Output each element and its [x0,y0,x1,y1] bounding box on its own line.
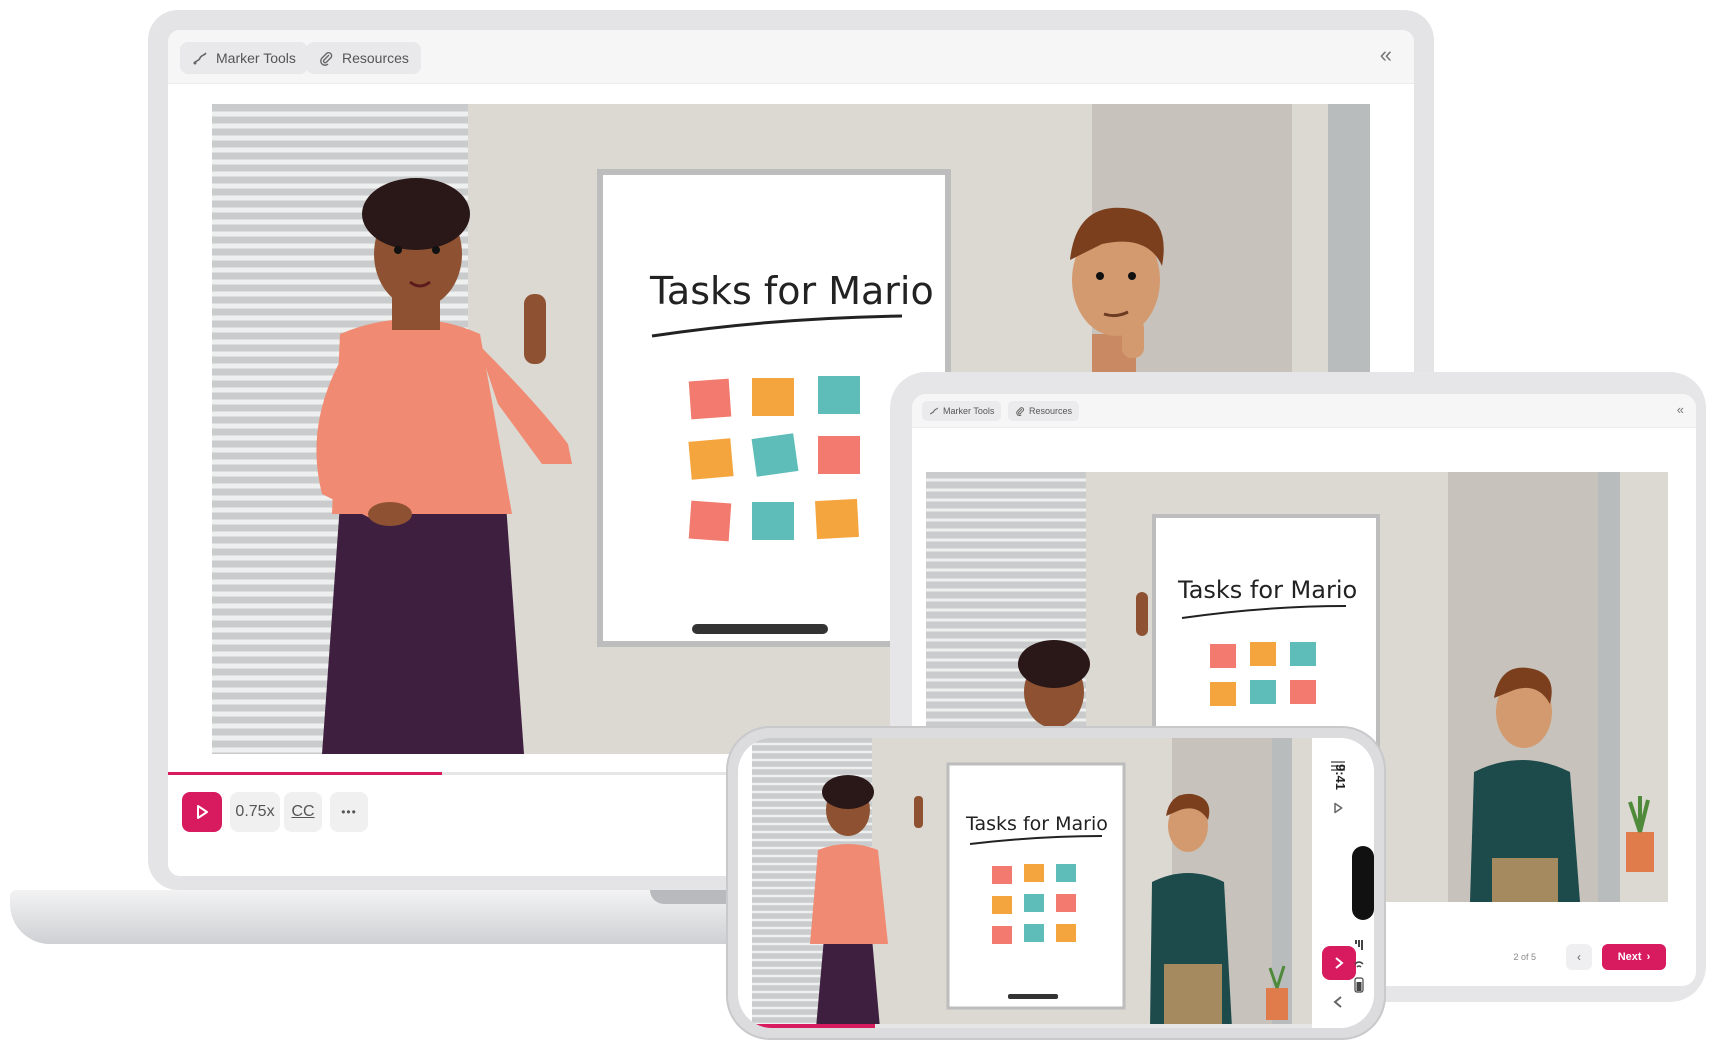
tablet-toolbar: Marker Tools Resources « [912,394,1696,428]
phone-video-scene: Tasks for Mario [752,738,1312,1028]
more-options-button[interactable]: ••• [330,792,368,832]
tablet-resources-label: Resources [1029,406,1073,416]
next-label: Next [1617,951,1642,963]
status-icons [1354,940,1364,993]
play-icon [197,805,208,819]
video-progress-fill [168,772,443,775]
chevron-left-icon [1333,996,1342,1008]
chevron-left-icon: ‹ [1577,950,1581,964]
phone-whiteboard-title: Tasks for Mario [965,813,1108,835]
laptop-toolbar: Marker Tools Resources « [168,30,1414,84]
phone-progress-fill [752,1024,876,1028]
double-chevron-left-icon[interactable]: « [1380,44,1392,66]
phone-control-rail: 9:41 [1312,738,1374,1028]
dynamic-island [1352,846,1374,920]
sticky-notes [688,376,860,542]
chevron-right-icon [1335,957,1344,969]
tablet-resources-button[interactable]: Resources [1008,401,1080,421]
marker-tools-label: Marker Tools [216,50,296,66]
resources-label: Resources [342,50,409,66]
play-icon [1334,802,1343,814]
phone-next-button[interactable] [1322,946,1356,980]
marker-icon [929,407,939,415]
status-time: 9:41 [1333,764,1348,791]
play-button[interactable] [182,792,222,832]
chevron-right-icon: › [1646,951,1651,963]
tablet-whiteboard-title: Tasks for Mario [1177,576,1357,604]
page-indicator: 2 of 5 [1513,952,1536,962]
marker-tools-button[interactable]: Marker Tools [180,42,308,74]
phone-video-player[interactable]: Tasks for Mario [752,738,1312,1028]
marker-icon [193,52,207,65]
playback-speed-button[interactable]: 0.75x [230,792,280,832]
phone-play-button[interactable] [1324,794,1352,822]
tablet-marker-tools-button[interactable]: Marker Tools [922,401,1002,421]
resources-button[interactable]: Resources [306,42,421,74]
captions-button[interactable]: CC [284,792,322,832]
phone-progress-bar[interactable] [752,1024,1312,1028]
whiteboard-title: Tasks for Mario [649,269,934,313]
tablet-marker-tools-label: Marker Tools [943,406,995,416]
previous-button[interactable]: ‹ [1566,944,1592,970]
double-chevron-left-icon[interactable]: « [1677,402,1684,417]
phone-screen: Tasks for Mario 9:41 [738,738,1374,1028]
next-button[interactable]: Next › [1602,944,1666,970]
paperclip-icon [320,52,333,66]
phone-previous-button[interactable] [1324,988,1352,1016]
paperclip-icon [1016,407,1024,416]
